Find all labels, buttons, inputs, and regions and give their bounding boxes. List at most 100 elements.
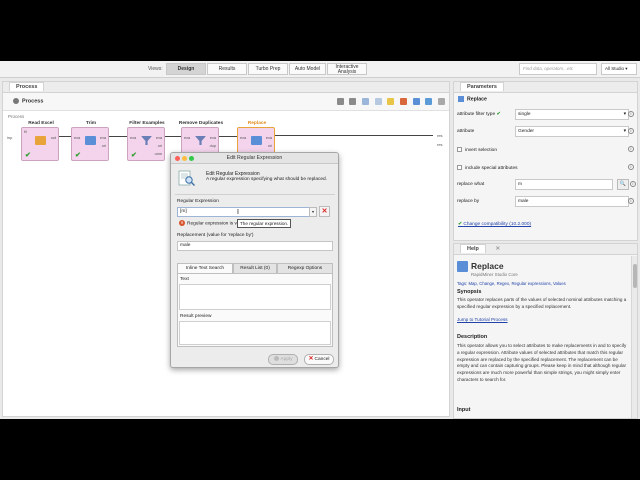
param-label: invert selection	[457, 147, 497, 153]
regex-input[interactable]: [m]	[177, 207, 311, 217]
operator-label: Remove Duplicates	[178, 121, 224, 126]
connection-line	[275, 135, 433, 136]
view-design-button[interactable]: Design	[166, 63, 206, 75]
global-search-input[interactable]: Find data, operators...etc	[519, 63, 597, 75]
process-result-port[interactable]: res	[437, 133, 443, 138]
apply-button[interactable]: Apply	[268, 354, 298, 365]
edit-regex-button[interactable]: 🔍	[617, 179, 629, 190]
input-port[interactable]: exa	[74, 136, 80, 140]
parameters-operator-label: Replace	[467, 96, 487, 103]
views-label: Views:	[148, 66, 163, 72]
process-breadcrumb-label: Process	[22, 98, 44, 105]
tutorial-process-link[interactable]: Jump to Tutorial Process	[457, 317, 508, 322]
invert-selection-checkbox[interactable]	[457, 147, 462, 152]
input-port[interactable]: exa	[240, 136, 246, 140]
parameters-operator-name: Replace	[458, 96, 487, 102]
studio-filter-value: All Studio	[605, 66, 625, 71]
tab-process[interactable]: Process	[9, 82, 45, 91]
funnel-icon	[195, 136, 206, 145]
info-icon[interactable]: i	[628, 164, 634, 170]
order-icon[interactable]	[412, 98, 420, 105]
process-breadcrumb[interactable]: Process	[13, 98, 43, 104]
connection-line	[109, 136, 127, 137]
info-icon[interactable]: i	[628, 198, 634, 204]
view-auto-model-button[interactable]: Auto Model	[289, 63, 326, 75]
input-port[interactable]: exa	[130, 136, 136, 140]
input-port[interactable]: exa	[184, 136, 190, 140]
studio-filter-select[interactable]: All Studio ▾	[601, 63, 637, 75]
funnel-icon	[141, 136, 152, 145]
dialog-titlebar[interactable]: Edit Regular Expression	[171, 153, 338, 164]
zoom-out-icon[interactable]	[349, 98, 357, 105]
replace-operator-icon	[458, 96, 464, 102]
output-port[interactable]: dup	[210, 144, 216, 148]
tab-parameters[interactable]: Parameters	[460, 82, 504, 91]
param-attribute-filter-type: attribute filter type ✔ single ▾ i	[457, 109, 634, 121]
output-port[interactable]: exa	[210, 136, 216, 140]
parameters-tab-header: Parameters	[454, 82, 637, 93]
help-panel: Help ✕ Replace RapidMiner Studio Core Ta…	[453, 243, 638, 419]
output-port[interactable]: unm	[155, 152, 162, 156]
zoom-in-icon[interactable]	[336, 98, 344, 105]
regex-magnifier-icon	[178, 170, 195, 186]
output-port[interactable]: exa	[156, 136, 162, 140]
attribute-select[interactable]: Gender ▾	[515, 126, 629, 137]
output-port[interactable]: exa	[266, 136, 272, 140]
process-result-port[interactable]: res	[437, 142, 443, 147]
close-icon[interactable]: ✕	[495, 246, 500, 252]
replacement-input[interactable]: male	[177, 241, 333, 251]
sample-text-area[interactable]	[179, 284, 331, 310]
attribute-value: Gender	[518, 129, 534, 134]
scrollbar-thumb[interactable]	[633, 264, 637, 288]
info-icon[interactable]: i	[628, 128, 634, 134]
note-icon[interactable]	[387, 98, 395, 105]
tab-help[interactable]: Help	[460, 244, 486, 253]
regex-label: Regular Expression	[177, 199, 219, 204]
help-scrollbar[interactable]	[631, 256, 637, 418]
process-tab-header: Process	[3, 82, 449, 93]
cancel-button[interactable]: ✕Cancel	[304, 354, 334, 365]
attribute-filter-type-value: single	[518, 112, 531, 117]
view-interactive-analysis-button[interactable]: Interactive Analysis	[327, 63, 367, 75]
close-icon: ✕	[321, 208, 328, 215]
view-turbo-prep-button[interactable]: Turbo Prep	[248, 63, 288, 75]
output-port[interactable]: exa	[100, 136, 106, 140]
grid-icon[interactable]	[438, 98, 445, 105]
breakpoint-icon[interactable]	[399, 98, 407, 105]
output-port[interactable]: out	[51, 136, 56, 140]
change-compatibility-link[interactable]: ✔ Change compatibility (10.2.000)	[458, 222, 531, 227]
regex-tooltip: The regular expression.	[237, 219, 292, 228]
info-icon[interactable]: i	[628, 111, 634, 117]
canvas-label: Process	[8, 114, 25, 119]
process-input-port[interactable]: inp	[7, 135, 12, 140]
operator-label: Read Excel	[28, 121, 54, 126]
replace-by-input[interactable]: male	[515, 196, 629, 207]
param-invert-selection: invert selection i	[457, 144, 634, 156]
include-special-checkbox[interactable]	[457, 165, 462, 170]
connection-line	[59, 136, 71, 137]
view-options-icon[interactable]	[425, 98, 433, 105]
arrange-icon[interactable]	[374, 98, 382, 105]
chevron-down-icon: ▾	[311, 209, 314, 214]
help-synopsis-text: This operator replaces parts of the valu…	[457, 297, 627, 309]
operator-trim[interactable]: Trim exa exa ori ✔	[71, 121, 109, 161]
param-include-special: include special attributes i	[457, 162, 634, 174]
input-port[interactable]: fil	[24, 130, 27, 134]
attribute-filter-type-select[interactable]: single ▾	[515, 109, 629, 120]
operator-filter-examples[interactable]: Filter Examples exa exa ori unm ✔	[127, 121, 165, 161]
auto-wire-icon[interactable]	[361, 98, 369, 105]
info-icon[interactable]: i	[628, 146, 634, 152]
dialog-title: Edit Regular Expression	[226, 155, 283, 161]
clear-regex-button[interactable]: ✕	[319, 206, 330, 217]
replace-what-input[interactable]: m	[515, 179, 613, 190]
output-port[interactable]: ori	[158, 144, 162, 148]
view-results-button[interactable]: Results	[207, 63, 247, 75]
output-port[interactable]: ori	[268, 144, 272, 148]
info-icon[interactable]: i	[630, 181, 636, 187]
regex-history-dropdown[interactable]: ▾	[309, 207, 317, 217]
dialog-header-description: A regular expression specifying what sho…	[206, 177, 328, 182]
help-tags[interactable]: Tags: Map, Change, Regex, Regular expres…	[457, 281, 566, 286]
operator-read-excel[interactable]: Read Excel fil out ✔	[21, 121, 59, 161]
magnifier-icon: 🔍	[619, 181, 627, 187]
output-port[interactable]: ori	[102, 144, 106, 148]
